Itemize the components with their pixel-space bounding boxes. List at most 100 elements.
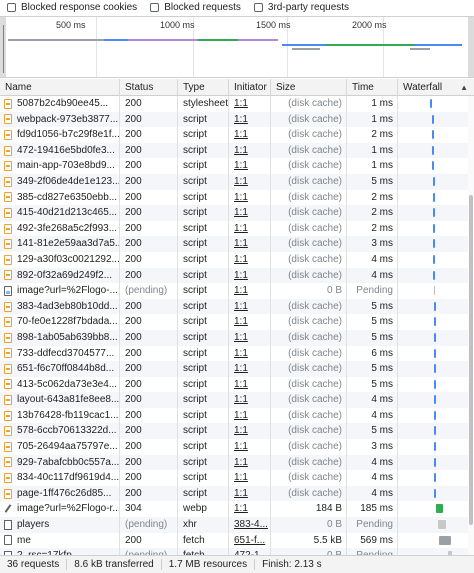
table-row[interactable]: 733-ddfecd3704577... 200 script 1:1 (disk ca… bbox=[0, 345, 474, 362]
table-row[interactable]: 383-4ad3eb80b10dd... 200 script 1:1 (disk ca… bbox=[0, 298, 474, 315]
request-initiator-link[interactable]: 1:1 bbox=[229, 96, 271, 112]
request-name-cell[interactable]: me bbox=[0, 532, 120, 549]
timeline-overview[interactable]: 500 ms 1000 ms 1500 ms 2000 ms bbox=[0, 16, 474, 78]
filter-blocked-requests[interactable]: Blocked requests bbox=[150, 2, 241, 13]
request-initiator-link[interactable]: 1:1 bbox=[229, 485, 271, 502]
table-row[interactable]: 834-40c117df9619d4... 200 script 1:1 (disk c… bbox=[0, 470, 474, 486]
table-row[interactable]: ?_rsc=17kfp (pending)fetch472-1...0 BPend… bbox=[0, 548, 474, 555]
request-initiator-link[interactable]: 1:1 bbox=[229, 454, 271, 471]
table-row[interactable]: 5087b2c4b90ee45... 200 stylesheet 1:1 (disk … bbox=[0, 96, 474, 112]
request-initiator-link[interactable]: 651-f... bbox=[229, 532, 271, 549]
table-row[interactable]: 70-fe0e1228f7bdada... 200 script 1:1 (disk c… bbox=[0, 314, 474, 330]
request-initiator-link[interactable]: 1:1 bbox=[229, 329, 271, 346]
request-initiator-link[interactable]: 1:1 bbox=[229, 251, 271, 268]
request-name-cell[interactable]: image?url=%2Flogo-r... bbox=[0, 501, 120, 518]
table-row[interactable]: 578-6ccb70613322d... 200 script 1:1 (disk ca… bbox=[0, 423, 474, 440]
request-name-cell[interactable]: 733-ddfecd3704577... bbox=[0, 345, 120, 362]
request-initiator-link[interactable]: 1:1 bbox=[229, 220, 271, 237]
request-initiator-link[interactable]: 1:1 bbox=[229, 127, 271, 143]
request-initiator-link[interactable]: 1:1 bbox=[229, 392, 271, 408]
request-name-cell[interactable]: page-1ff476c26d85... bbox=[0, 485, 120, 502]
request-name-cell[interactable]: ?_rsc=17kfp bbox=[0, 548, 120, 555]
table-row[interactable]: image?url=%2Flogo-r... 304 webp 1:1 184 B 185… bbox=[0, 501, 474, 518]
request-initiator-link[interactable]: 1:1 bbox=[229, 314, 271, 330]
request-name-cell[interactable]: 492-3fe268a5c2f993... bbox=[0, 220, 120, 237]
request-initiator-link[interactable]: 1:1 bbox=[229, 173, 271, 190]
request-initiator-link[interactable]: 1:1 bbox=[229, 298, 271, 315]
table-scrollbar[interactable] bbox=[468, 96, 474, 555]
request-initiator-link[interactable]: 1:1 bbox=[229, 267, 271, 284]
request-initiator-link[interactable]: 1:1 bbox=[229, 111, 271, 128]
table-row[interactable]: 141-81e2e59aa3d7a5... 200 script 1:1 (disk c… bbox=[0, 236, 474, 252]
request-name-cell[interactable]: 13b76428-fb119cac1... bbox=[0, 407, 120, 424]
table-row[interactable]: 129-a30f03c0021292... 200 script 1:1 (disk c… bbox=[0, 251, 474, 268]
request-name-cell[interactable]: 349-2f06de4de1e123... bbox=[0, 173, 120, 190]
table-row[interactable]: fd9d1056-b7c29f8e1f... 200 script 1:1 (disk … bbox=[0, 127, 474, 143]
column-header-type[interactable]: Type bbox=[178, 79, 229, 96]
column-header-time[interactable]: Time bbox=[347, 79, 398, 96]
request-initiator-link[interactable]: 1:1 bbox=[229, 205, 271, 221]
request-name-cell[interactable]: 898-1ab05ab639bb8... bbox=[0, 329, 120, 346]
table-row[interactable]: 892-0f32a69d249f2... 200 script 1:1 (disk ca… bbox=[0, 267, 474, 284]
request-name-cell[interactable]: 415-40d21d213c465... bbox=[0, 205, 120, 221]
request-name-cell[interactable]: 651-f6c70ff0844b8d... bbox=[0, 361, 120, 377]
request-name-cell[interactable]: 705-26494aa75797e... bbox=[0, 439, 120, 455]
table-row[interactable]: me 200 fetch 651-f... 5.5 kB 569 ms bbox=[0, 532, 474, 549]
request-initiator-link[interactable]: 1:1 bbox=[229, 158, 271, 174]
checkbox[interactable] bbox=[150, 3, 160, 12]
request-name-cell[interactable]: layout-643a81fe8ee8... bbox=[0, 392, 120, 408]
request-initiator-link[interactable]: 1:1 bbox=[229, 236, 271, 252]
column-header-name[interactable]: Name bbox=[0, 79, 120, 96]
request-name-cell[interactable]: fd9d1056-b7c29f8e1f... bbox=[0, 127, 120, 143]
request-name-cell[interactable]: 141-81e2e59aa3d7a5... bbox=[0, 236, 120, 252]
request-name-cell[interactable]: main-app-703e8bd9... bbox=[0, 158, 120, 174]
checkbox[interactable] bbox=[7, 3, 16, 12]
request-name-cell[interactable]: 892-0f32a69d249f2... bbox=[0, 267, 120, 284]
table-row[interactable]: page-1ff476c26d85... 200 script 1:1 (disk ca… bbox=[0, 485, 474, 502]
request-initiator-link[interactable]: 1:1 bbox=[229, 361, 271, 377]
request-name-cell[interactable]: 385-cd827e6350ebb... bbox=[0, 189, 120, 206]
table-row[interactable]: webpack-973eb3877... 200 script 1:1 (disk ca… bbox=[0, 111, 474, 128]
request-initiator-link[interactable]: 472-1... bbox=[229, 548, 271, 555]
request-name-cell[interactable]: 70-fe0e1228f7bdada... bbox=[0, 314, 120, 330]
request-initiator-link[interactable]: 383-4... bbox=[229, 517, 271, 533]
table-row[interactable]: 705-26494aa75797e... 200 script 1:1 (disk ca… bbox=[0, 439, 474, 455]
column-header-size[interactable]: Size bbox=[271, 79, 347, 96]
request-name-cell[interactable]: webpack-973eb3877... bbox=[0, 111, 120, 128]
scrollbar-thumb[interactable] bbox=[469, 195, 473, 525]
request-initiator-link[interactable]: 1:1 bbox=[229, 470, 271, 486]
request-name-cell[interactable]: 383-4ad3eb80b10dd... bbox=[0, 298, 120, 315]
request-name-cell[interactable]: 834-40c117df9619d4... bbox=[0, 470, 120, 486]
table-row[interactable]: players (pending) xhr 383-4... 0 B Pending bbox=[0, 517, 474, 533]
overview-right-handle[interactable] bbox=[468, 17, 474, 77]
table-row[interactable]: 898-1ab05ab639bb8... 200 script 1:1 (disk ca… bbox=[0, 329, 474, 346]
table-row[interactable]: 385-cd827e6350ebb... 200 script 1:1 (disk ca… bbox=[0, 189, 474, 206]
request-initiator-link[interactable]: 1:1 bbox=[229, 189, 271, 206]
table-row[interactable]: layout-643a81fe8ee8... 200 script 1:1 (disk … bbox=[0, 392, 474, 408]
table-row[interactable]: image?url=%2Flogo-... (pending) script 1:1 0… bbox=[0, 283, 474, 299]
table-row[interactable]: main-app-703e8bd9... 200 script 1:1 (disk ca… bbox=[0, 158, 474, 174]
column-header-status[interactable]: Status bbox=[120, 79, 178, 96]
filter-blocked-response-cookies[interactable]: Blocked response cookies bbox=[7, 2, 137, 13]
request-initiator-link[interactable]: 1:1 bbox=[229, 423, 271, 440]
request-initiator-link[interactable]: 1:1 bbox=[229, 345, 271, 362]
table-row[interactable]: 413-5c062da73e3e4... 200 script 1:1 (disk ca… bbox=[0, 376, 474, 393]
request-initiator-link[interactable]: 1:1 bbox=[229, 142, 271, 159]
table-row[interactable]: 349-2f06de4de1e123... 200 script 1:1 (disk c… bbox=[0, 173, 474, 190]
request-name-cell[interactable]: 5087b2c4b90ee45... bbox=[0, 96, 120, 112]
table-row[interactable]: 415-40d21d213c465... 200 script 1:1 (disk ca… bbox=[0, 205, 474, 221]
overview-left-handle[interactable] bbox=[0, 17, 6, 77]
request-initiator-link[interactable]: 1:1 bbox=[229, 407, 271, 424]
request-name-cell[interactable]: 929-7abafcbb0c557a... bbox=[0, 454, 120, 471]
checkbox[interactable] bbox=[253, 3, 263, 12]
request-name-cell[interactable]: players bbox=[0, 517, 120, 533]
request-name-cell[interactable]: 472-19416e5bd0fe3... bbox=[0, 142, 120, 159]
column-header-waterfall[interactable]: Waterfall ▲ bbox=[398, 79, 474, 96]
request-initiator-link[interactable]: 1:1 bbox=[229, 501, 271, 518]
table-row[interactable]: 651-f6c70ff0844b8d... 200 script 1:1 (disk c… bbox=[0, 361, 474, 377]
table-row[interactable]: 492-3fe268a5c2f993... 200 script 1:1 (disk c… bbox=[0, 220, 474, 237]
request-initiator-link[interactable]: 1:1 bbox=[229, 376, 271, 393]
request-name-cell[interactable]: 578-6ccb70613322d... bbox=[0, 423, 120, 440]
request-name-cell[interactable]: 413-5c062da73e3e4... bbox=[0, 376, 120, 393]
table-row[interactable]: 929-7abafcbb0c557a... 200 script 1:1 (disk c… bbox=[0, 454, 474, 471]
